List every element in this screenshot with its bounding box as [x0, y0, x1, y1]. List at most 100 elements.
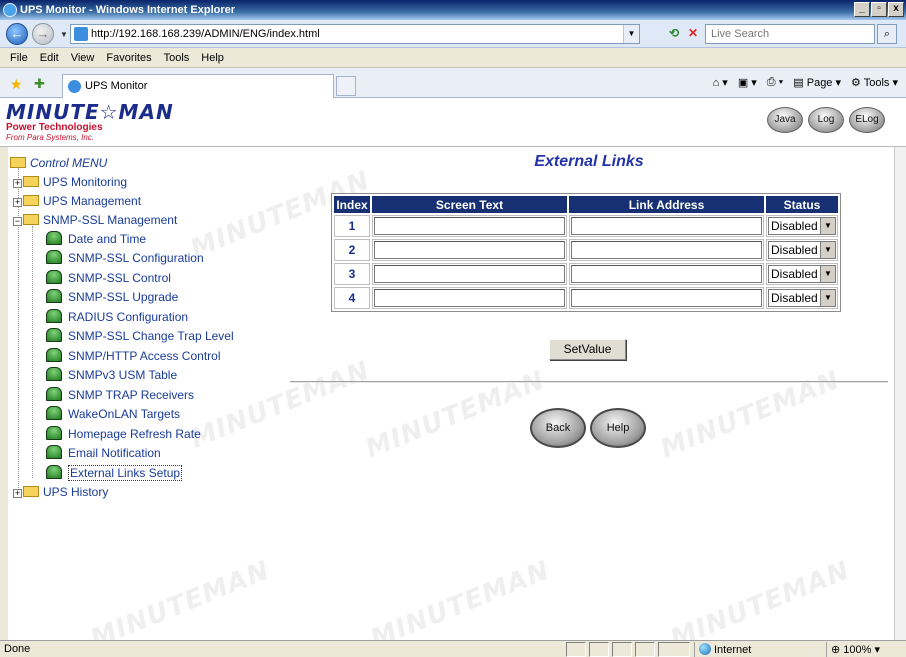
- ups-device-icon: [46, 328, 62, 342]
- home-icon[interactable]: ⌂ ▾: [713, 76, 728, 89]
- command-bar: ⌂ ▾ ▣ ▾ ⎙ ▾ ▤ Page ▾ ⚙ Tools ▾: [713, 76, 898, 89]
- tree-item-label: SNMP-SSL Configuration: [68, 251, 204, 265]
- minimize-button[interactable]: _: [854, 2, 870, 17]
- menu-favorites[interactable]: Favorites: [100, 48, 157, 67]
- menu-tools[interactable]: Tools: [158, 48, 196, 67]
- search-icon[interactable]: ⌕: [877, 24, 897, 44]
- zoom-control[interactable]: ⊕ 100% ▾: [826, 642, 900, 657]
- screen-text-input[interactable]: [374, 217, 565, 235]
- status-value: Disabled: [771, 219, 818, 233]
- col-index: Index: [334, 196, 370, 213]
- status-select[interactable]: Disabled ▼: [768, 217, 836, 235]
- screen-text-input[interactable]: [374, 289, 565, 307]
- link-address-input[interactable]: [571, 241, 762, 259]
- menu-help[interactable]: Help: [195, 48, 230, 67]
- back-page-button[interactable]: Back: [530, 408, 586, 448]
- status-cell: [589, 642, 609, 657]
- expand-icon[interactable]: +: [13, 179, 22, 188]
- security-zone[interactable]: Internet: [694, 642, 816, 657]
- new-tab-button[interactable]: [336, 76, 356, 96]
- favorites-star-icon[interactable]: ★: [10, 76, 23, 93]
- history-dropdown-icon[interactable]: ▼: [60, 30, 68, 39]
- close-button[interactable]: x: [888, 2, 904, 17]
- link-address-input[interactable]: [571, 217, 762, 235]
- tree-item-date-and-time[interactable]: Date and Time: [46, 230, 146, 249]
- link-address-input[interactable]: [571, 265, 762, 283]
- window-controls: _ ▫ x: [854, 2, 904, 17]
- refresh-button[interactable]: ⟲: [665, 25, 683, 43]
- table-row: 3 Disabled ▼: [334, 263, 838, 285]
- tree-item-label: SNMP-SSL Change Trap Level: [68, 329, 234, 343]
- tree-item-label: UPS Management: [43, 194, 142, 208]
- maximize-button[interactable]: ▫: [871, 2, 887, 17]
- address-url: http://192.168.168.239/ADMIN/ENG/index.h…: [91, 28, 320, 40]
- dropdown-arrow-icon[interactable]: ▼: [820, 242, 835, 258]
- stop-button[interactable]: ✕: [684, 25, 702, 43]
- tree-item-wakeonlan-targets[interactable]: WakeOnLAN Targets: [46, 405, 180, 424]
- globe-icon: [699, 643, 711, 655]
- dropdown-arrow-icon[interactable]: ▼: [820, 266, 835, 282]
- add-favorite-icon[interactable]: ✚: [34, 76, 45, 92]
- dropdown-arrow-icon[interactable]: ▼: [820, 218, 835, 234]
- log-button[interactable]: Log: [808, 107, 844, 133]
- address-dropdown-icon[interactable]: ▼: [623, 25, 639, 43]
- tree-item-ups-monitoring[interactable]: + UPS Monitoring: [13, 173, 127, 192]
- zone-label: Internet: [714, 644, 752, 656]
- tree-item-ups-management[interactable]: + UPS Management: [13, 192, 141, 211]
- expand-icon[interactable]: +: [13, 198, 22, 207]
- ups-device-icon: [46, 270, 62, 284]
- vertical-scrollbar[interactable]: [894, 147, 906, 640]
- menu-view[interactable]: View: [65, 48, 101, 67]
- link-address-input[interactable]: [571, 289, 762, 307]
- tree-item-snmp-ssl-configuration[interactable]: SNMP-SSL Configuration: [46, 249, 204, 268]
- tree-item-external-links-setup[interactable]: External Links Setup: [46, 464, 183, 483]
- status-select[interactable]: Disabled ▼: [768, 241, 836, 259]
- tree-item-ups-history[interactable]: + UPS History: [13, 483, 108, 502]
- back-button[interactable]: ←: [6, 23, 28, 45]
- tree-item-snmpv3-usm-table[interactable]: SNMPv3 USM Table: [46, 366, 177, 385]
- tree-item-snmp-ssl-management[interactable]: − SNMP-SSL Management: [13, 211, 177, 230]
- external-links-table: Index Screen Text Link Address Status 1 …: [331, 193, 841, 312]
- row-index: 2: [334, 239, 370, 261]
- ups-device-icon: [46, 406, 62, 420]
- elog-button[interactable]: ELog: [849, 107, 885, 133]
- tree-item-snmp-ssl-control[interactable]: SNMP-SSL Control: [46, 269, 171, 288]
- folder-icon: [23, 176, 39, 187]
- menu-edit[interactable]: Edit: [34, 48, 65, 67]
- tools-menu[interactable]: ⚙ Tools ▾: [851, 76, 898, 89]
- tree-item-email-notification[interactable]: Email Notification: [46, 444, 161, 463]
- tab-ups-monitor[interactable]: UPS Monitor: [62, 74, 334, 98]
- tree-item-label: RADIUS Configuration: [68, 310, 189, 324]
- tree-item-homepage-refresh-rate[interactable]: Homepage Refresh Rate: [46, 425, 201, 444]
- status-value: Disabled: [771, 243, 818, 257]
- tree-item-snmp-ssl-upgrade[interactable]: SNMP-SSL Upgrade: [46, 288, 178, 307]
- status-select[interactable]: Disabled ▼: [768, 265, 836, 283]
- status-cell: [612, 642, 632, 657]
- print-icon[interactable]: ⎙ ▾: [767, 76, 783, 89]
- screen-text-input[interactable]: [374, 265, 565, 283]
- feeds-icon[interactable]: ▣ ▾: [738, 76, 757, 89]
- tree-item-label-selected: External Links Setup: [68, 465, 183, 481]
- expand-icon[interactable]: +: [13, 489, 22, 498]
- set-value-button[interactable]: SetValue: [549, 339, 626, 360]
- address-input[interactable]: http://192.168.168.239/ADMIN/ENG/index.h…: [70, 24, 640, 44]
- status-text: Done: [4, 643, 31, 655]
- search-input[interactable]: Live Search: [705, 24, 875, 44]
- status-select[interactable]: Disabled ▼: [768, 289, 836, 307]
- tree-item-snmp-http-access-control[interactable]: SNMP/HTTP Access Control: [46, 347, 220, 366]
- dropdown-arrow-icon[interactable]: ▼: [820, 290, 835, 306]
- collapse-icon[interactable]: −: [13, 217, 22, 226]
- window-title: UPS Monitor - Windows Internet Explorer: [20, 4, 236, 16]
- tree-item-snmp-trap-receivers[interactable]: SNMP TRAP Receivers: [46, 386, 194, 405]
- forward-button[interactable]: →: [32, 23, 54, 45]
- tree-item-label: Homepage Refresh Rate: [68, 427, 201, 441]
- tree-item-snmp-ssl-change-trap-level[interactable]: SNMP-SSL Change Trap Level: [46, 327, 234, 346]
- menu-file[interactable]: File: [4, 48, 34, 67]
- java-button[interactable]: Java: [767, 107, 803, 133]
- tree-item-radius-configuration[interactable]: RADIUS Configuration: [46, 308, 188, 327]
- page-title: External Links: [534, 153, 644, 170]
- help-button[interactable]: Help: [590, 408, 646, 448]
- page-menu[interactable]: ▤ Page ▾: [793, 76, 841, 89]
- tree-root-control-menu[interactable]: Control MENU: [10, 154, 107, 173]
- screen-text-input[interactable]: [374, 241, 565, 259]
